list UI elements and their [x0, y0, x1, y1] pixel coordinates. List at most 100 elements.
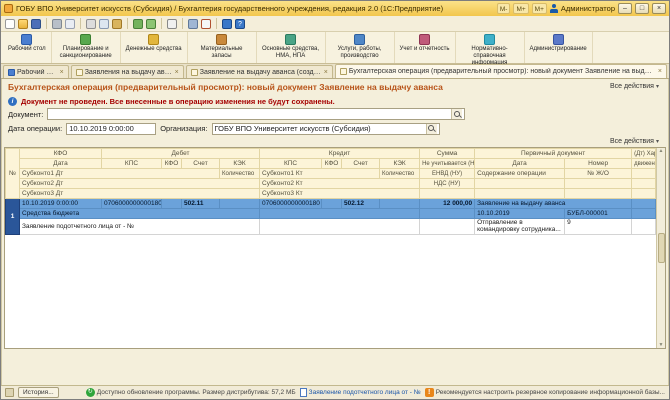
date-cell[interactable]: 10.10.2019 0:00:00 [19, 198, 102, 209]
undo-icon[interactable] [133, 18, 143, 29]
debit-kps-cell[interactable]: 0706000000000180 [101, 198, 162, 209]
ribbon-section-label: Рабочий стол [8, 46, 46, 52]
window-title: ГОБУ ВПО Университет искусств (Субсидия)… [16, 4, 444, 13]
mem-minus-button[interactable]: М- [496, 3, 511, 14]
postings-table-area: № КФО Дебет Кредит Сумма Первичный докум… [4, 147, 666, 349]
ribbon-section-planning[interactable]: Планирование и санкционирование [52, 32, 121, 63]
print-preview-icon[interactable] [65, 18, 75, 29]
find-icon[interactable] [167, 18, 177, 29]
row-number-cell[interactable]: 1 [5, 198, 20, 235]
all-actions-label: Все действия [609, 137, 654, 145]
scroll-thumb[interactable] [657, 233, 665, 263]
mem-plus-button[interactable]: М+ [513, 3, 529, 14]
debit-account-cell[interactable]: 502.11 [181, 198, 220, 209]
new-document-icon[interactable] [5, 18, 15, 29]
credit-kfo-cell[interactable] [321, 198, 343, 209]
close-icon[interactable]: × [174, 69, 179, 76]
vertical-scrollbar[interactable]: ▲ ▼ [656, 148, 665, 348]
journal-order-cell[interactable]: 9 [564, 218, 633, 235]
document-field[interactable] [47, 108, 466, 120]
not-counted-cell[interactable] [419, 208, 476, 219]
credit-subconto1-cell[interactable] [259, 208, 421, 219]
print-icon[interactable] [52, 18, 62, 29]
mem-plus2-button[interactable]: М+ [531, 3, 547, 14]
tab-advance-list[interactable]: Заявления на выдачу аванса × [70, 65, 184, 78]
ribbon-section-inventory[interactable]: Материальные запасы [188, 32, 257, 63]
date-org-row: Дата операции: 10.10.2019 0:00:00 Органи… [2, 121, 668, 136]
scroll-down-icon[interactable]: ▼ [659, 342, 664, 348]
empty-header [474, 178, 566, 189]
backup-message[interactable]: ! Рекомендуется настроить резервное копи… [424, 388, 665, 397]
table-row[interactable]: Средства бюджета 10.10.2019 БУБЛ-000001 [6, 208, 656, 219]
table-row[interactable]: Заявление подотчетного лица от - № Отпра… [6, 218, 656, 235]
credit-account-cell[interactable]: 502.12 [341, 198, 381, 209]
form-content: Бухгалтерская операция (предварительный … [1, 79, 669, 385]
document-message[interactable]: Заявление подотчетного лица от - № [299, 388, 421, 397]
all-actions-button[interactable]: Все действия ▾ [607, 82, 662, 91]
minimize-button[interactable]: – [618, 3, 632, 14]
calculator-icon[interactable] [188, 18, 198, 29]
open-icon[interactable] [18, 18, 28, 29]
close-icon[interactable]: × [657, 68, 662, 75]
dt-char-cell[interactable] [631, 198, 656, 209]
movements-cell[interactable] [631, 208, 656, 219]
empty-cell[interactable] [631, 218, 656, 235]
service-messages-icon[interactable] [5, 388, 14, 397]
debit-kek-cell[interactable] [218, 198, 261, 209]
administration-icon [552, 34, 564, 45]
document-lookup-button[interactable] [451, 109, 463, 119]
ribbon-section-admin[interactable]: Администрирование [525, 32, 593, 63]
document-link[interactable]: Заявление подотчетного лица от - № [309, 389, 421, 396]
close-icon[interactable]: × [59, 69, 64, 76]
organization-label: Организация: [160, 124, 208, 133]
scroll-up-icon[interactable]: ▲ [659, 148, 664, 154]
organization-lookup-button[interactable] [425, 123, 437, 134]
ribbon-section-assets[interactable]: Основные средства, НМА, НПА [257, 32, 326, 63]
debit-subconto2-cell[interactable]: Заявление подотчетного лица от - № [18, 218, 261, 235]
credit-kek-cell[interactable] [379, 198, 421, 209]
copy-icon[interactable] [99, 18, 109, 29]
operation-content-cell[interactable]: Отправление в командировку сотрудника... [474, 218, 566, 235]
debit-kfo-cell[interactable] [161, 198, 182, 209]
paste-icon[interactable] [112, 18, 122, 29]
document-icon [75, 68, 83, 76]
doc-date-cell[interactable]: 10.10.2019 [474, 208, 566, 219]
header-row-3: Субконто1 Дт Количество Субконто1 Кт Кол… [6, 168, 656, 179]
tab-advance-new[interactable]: Заявление на выдачу аванса (создание) × [185, 65, 333, 78]
table-all-actions-button[interactable]: Все действия ▾ [607, 136, 662, 146]
close-button[interactable]: × [652, 3, 666, 14]
organization-field[interactable]: ГОБУ ВПО Университет искусств (Субсидия) [211, 122, 440, 135]
doc-number-cell[interactable]: БУБЛ-000001 [564, 208, 633, 219]
sum-cell[interactable]: 12 000,00 [419, 198, 476, 209]
redo-icon[interactable] [146, 18, 156, 29]
operation-date-field[interactable]: 10.10.2019 0:00:00 [66, 122, 157, 135]
ribbon-section-label: Услуги, работы, производство [337, 46, 382, 59]
ribbon-section-money[interactable]: Денежные средства [121, 32, 188, 63]
help-icon[interactable]: ? [235, 18, 245, 29]
cut-icon[interactable] [86, 18, 96, 29]
doc-type-cell[interactable]: Заявление на выдачу аванса [474, 198, 633, 209]
services-icon [354, 34, 366, 45]
ribbon-section-services[interactable]: Услуги, работы, производство [326, 32, 395, 63]
ribbon-section-desktop[interactable]: Рабочий стол [3, 32, 52, 63]
maximize-button[interactable]: □ [635, 3, 649, 14]
info-icon[interactable] [222, 18, 232, 29]
ribbon-section-reports[interactable]: Учет и отчетность [395, 32, 456, 63]
update-message[interactable]: ↻ Доступно обновление программы. Размер … [85, 388, 296, 397]
envd-cell[interactable] [419, 218, 476, 235]
save-icon[interactable] [31, 18, 41, 29]
empty-header [419, 188, 476, 199]
calendar-icon[interactable] [201, 18, 211, 29]
credit-kps-cell[interactable]: 0706000000000180 [259, 198, 323, 209]
table-row[interactable]: 1 10.10.2019 0:00:00 0706000000000180 50… [5, 198, 656, 235]
tab-desktop[interactable]: Рабочий стол × [3, 65, 69, 78]
ribbon-section-reference[interactable]: Нормативно-справочная информация [456, 32, 525, 66]
close-icon[interactable]: × [323, 69, 328, 76]
update-icon: ↻ [85, 388, 95, 397]
history-button[interactable]: История... [18, 387, 59, 398]
home-icon [8, 68, 15, 76]
col-schet-debit-header: Счет [181, 158, 220, 169]
debit-subconto1-cell[interactable]: Средства бюджета [18, 208, 261, 219]
tab-accounting-operation[interactable]: Бухгалтерская операция (предварительный … [334, 64, 667, 78]
credit-subconto2-cell[interactable] [259, 218, 421, 235]
